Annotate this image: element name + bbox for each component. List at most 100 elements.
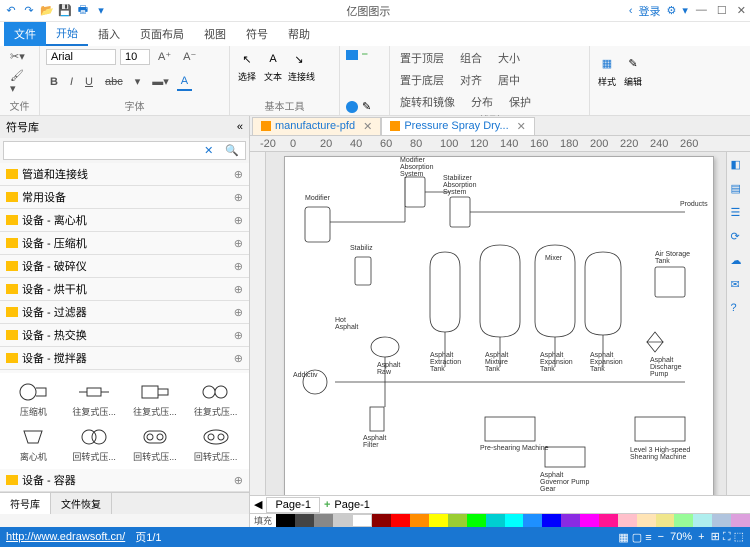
- brush-icon[interactable]: 🖌▾: [6, 67, 33, 97]
- expand-icon[interactable]: ⊕: [234, 306, 243, 319]
- send-back-button[interactable]: 置于底层: [396, 70, 448, 90]
- print-icon[interactable]: 🖶: [76, 4, 90, 18]
- status-url[interactable]: http://www.edrawsoft.cn/: [6, 531, 125, 543]
- tab-help[interactable]: 帮助: [278, 22, 320, 46]
- redo-icon[interactable]: ↷: [22, 4, 36, 18]
- zoom-in-icon[interactable]: +: [698, 531, 704, 543]
- group-button[interactable]: 组合: [456, 48, 486, 68]
- tab-start[interactable]: 开始: [46, 22, 88, 46]
- category-item[interactable]: 设备 - 压缩机⊕: [0, 232, 249, 255]
- themes-icon[interactable]: ◧: [731, 158, 747, 174]
- settings-dropdown-icon[interactable]: ▾: [682, 4, 688, 17]
- category-item[interactable]: 设备 - 热交换⊕: [0, 324, 249, 347]
- category-list[interactable]: 管道和连接线⊕ 常用设备⊕ 设备 - 离心机⊕ 设备 - 压缩机⊕ 设备 - 破…: [0, 163, 249, 373]
- expand-icon[interactable]: ⊕: [234, 168, 243, 181]
- distribute-button[interactable]: 分布: [467, 92, 497, 112]
- edit-icon[interactable]: ✎: [622, 53, 644, 75]
- highlight-icon[interactable]: ▬▾: [148, 73, 173, 90]
- bring-front-button[interactable]: 置于顶层: [396, 48, 448, 68]
- expand-icon[interactable]: ⊕: [234, 283, 243, 296]
- strike-button[interactable]: abc: [101, 74, 127, 90]
- font-more-icon[interactable]: ▾: [131, 73, 145, 90]
- pen-tool-icon[interactable]: ✎: [362, 100, 371, 113]
- qat-more-icon[interactable]: ▾: [94, 4, 108, 18]
- help-icon[interactable]: ?: [731, 302, 747, 318]
- category-item[interactable]: 设备 - 离心机⊕: [0, 209, 249, 232]
- cloud-icon[interactable]: ☁: [731, 254, 747, 270]
- underline-button[interactable]: U: [81, 74, 97, 90]
- font-name-select[interactable]: [46, 49, 116, 65]
- open-icon[interactable]: 📂: [40, 4, 54, 18]
- expand-icon[interactable]: ⊕: [234, 474, 243, 487]
- category-item[interactable]: 管道和连接线⊕: [0, 163, 249, 186]
- comment-icon[interactable]: ✉: [731, 278, 747, 294]
- font-color-icon[interactable]: A: [177, 73, 192, 91]
- document-tab[interactable]: manufacture-pfd✕: [252, 117, 381, 135]
- tab-view[interactable]: 视图: [194, 22, 236, 46]
- maximize-icon[interactable]: ☐: [717, 4, 727, 17]
- save-icon[interactable]: 💾: [58, 4, 72, 18]
- select-tool-icon[interactable]: ↖: [236, 48, 258, 70]
- zoom-out-icon[interactable]: −: [658, 531, 664, 543]
- fit-icon[interactable]: ⊞ ⛶ ⬚: [711, 530, 744, 544]
- close-tab-icon[interactable]: ✕: [517, 120, 526, 133]
- shape-item[interactable]: 往复式压...: [65, 377, 124, 420]
- rotate-button[interactable]: 旋转和镜像: [396, 92, 459, 112]
- expand-icon[interactable]: ⊕: [234, 260, 243, 273]
- category-item[interactable]: 设备 - 容器⊕: [0, 469, 249, 492]
- category-item[interactable]: 设备 - 破碎仪⊕: [0, 255, 249, 278]
- category-item[interactable]: 常用设备⊕: [0, 186, 249, 209]
- view-mode-icon[interactable]: ▦ ▢ ≡: [618, 531, 651, 544]
- panel-tab-symbols[interactable]: 符号库: [0, 493, 51, 514]
- category-item[interactable]: 设备 - 过滤器⊕: [0, 301, 249, 324]
- settings-gear-icon[interactable]: ⚙: [667, 4, 677, 17]
- tab-symbol[interactable]: 符号: [236, 22, 278, 46]
- protect-button[interactable]: 保护: [505, 92, 535, 112]
- page-tab-2[interactable]: Page-1: [334, 499, 369, 511]
- center-button[interactable]: 居中: [494, 70, 524, 90]
- symbol-search[interactable]: ✕ 🔍: [3, 141, 246, 160]
- font-decrease-icon[interactable]: A⁻: [179, 48, 200, 65]
- italic-button[interactable]: I: [66, 74, 77, 90]
- expand-icon[interactable]: ⊕: [234, 237, 243, 250]
- properties-icon[interactable]: ☰: [731, 206, 747, 222]
- shape-rect-icon[interactable]: [346, 50, 358, 60]
- tab-insert[interactable]: 插入: [88, 22, 130, 46]
- category-item[interactable]: 设备 - 烘干机⊕: [0, 278, 249, 301]
- shape-item[interactable]: 离心机: [4, 422, 63, 465]
- file-menu[interactable]: 文件: [4, 22, 46, 46]
- minimize-icon[interactable]: —: [696, 4, 707, 17]
- expand-icon[interactable]: ⊕: [234, 191, 243, 204]
- share-icon[interactable]: ⟳: [731, 230, 747, 246]
- font-increase-icon[interactable]: A⁺: [154, 48, 175, 65]
- text-tool-icon[interactable]: A: [262, 48, 284, 70]
- panel-tab-recovery[interactable]: 文件恢复: [51, 493, 112, 514]
- add-page-icon[interactable]: +: [324, 499, 330, 511]
- category-item[interactable]: 设备 - 搅拌器⊕: [0, 347, 249, 370]
- shape-circle-icon[interactable]: [346, 101, 358, 113]
- color-palette[interactable]: [276, 514, 750, 527]
- shape-item[interactable]: 压缩机: [4, 377, 63, 420]
- shape-item[interactable]: 往复式压...: [126, 377, 185, 420]
- close-tab-icon[interactable]: ✕: [363, 120, 372, 133]
- bold-button[interactable]: B: [46, 74, 62, 90]
- symbol-search-input[interactable]: [4, 142, 198, 159]
- shape-item[interactable]: 往复式压...: [186, 377, 245, 420]
- close-icon[interactable]: ✕: [737, 4, 746, 17]
- undo-icon[interactable]: ↶: [4, 4, 18, 18]
- shape-item[interactable]: 回转式压...: [126, 422, 185, 465]
- quick-access-toolbar[interactable]: ↶ ↷ 📂 💾 🖶 ▾: [4, 4, 108, 18]
- shape-line-icon[interactable]: ⎯: [362, 48, 368, 61]
- canvas[interactable]: Modifier Modifier Absorption System Stab…: [266, 152, 726, 495]
- page-tab[interactable]: Page-1: [266, 497, 319, 513]
- clear-search-icon[interactable]: ✕: [198, 142, 219, 159]
- collapse-panel-icon[interactable]: «: [237, 121, 243, 133]
- shape-item[interactable]: 回转式压...: [65, 422, 124, 465]
- expand-icon[interactable]: ⊕: [234, 352, 243, 365]
- layers-icon[interactable]: ▤: [731, 182, 747, 198]
- style-icon[interactable]: ▦: [596, 53, 618, 75]
- expand-icon[interactable]: ⊕: [234, 214, 243, 227]
- paste-icon[interactable]: ✂▾: [6, 48, 29, 65]
- login-link[interactable]: 登录: [639, 3, 661, 19]
- align-button[interactable]: 对齐: [456, 70, 486, 90]
